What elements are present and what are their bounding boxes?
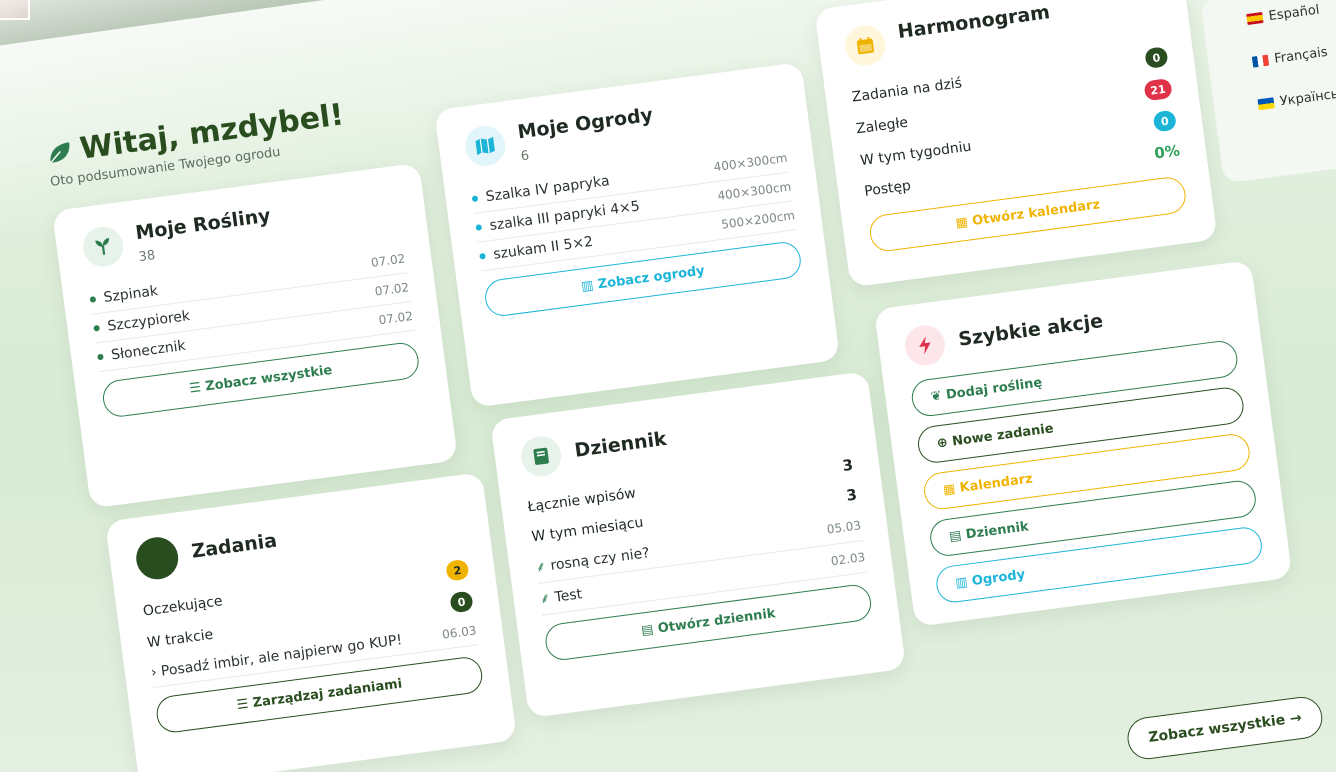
- stat-label: Postęp: [863, 177, 912, 200]
- calendar-icon: [842, 23, 888, 68]
- book-icon: ▤: [640, 621, 659, 639]
- item-name: Test: [553, 586, 584, 606]
- book-icon: [518, 433, 564, 479]
- button-label: Dodaj roślinę: [945, 375, 1044, 403]
- item-name: Szpinak: [102, 282, 159, 306]
- journal-card: Dziennik Łącznie wpisów 3 W tym miesiącu 3…: [490, 371, 907, 719]
- item-name: Słonecznik: [110, 337, 187, 364]
- quick-actions-card: Szybkie akcje ❦ Dodaj roślinę ⊕ Nowe zad…: [873, 260, 1293, 627]
- button-label: Zobacz wszystkie: [204, 362, 334, 395]
- count-badge: 0: [1152, 109, 1177, 133]
- gardens-card: Moje Ogrody 6 Szalka IV papryka 400×300cm…: [434, 62, 841, 408]
- count-badge: 0: [449, 590, 474, 614]
- item-size: 400×300cm: [712, 150, 789, 175]
- item-name: Szczypiorek: [106, 308, 191, 335]
- item-size: 500×200cm: [720, 208, 796, 232]
- map-icon: ▥: [580, 277, 599, 295]
- plants-card: Moje Rośliny 38 Szpinak 07.02 Szczypiorek…: [51, 162, 458, 509]
- count-badge: 2: [445, 558, 470, 582]
- button-label: Otwórz dziennik: [656, 606, 777, 637]
- stat-label: Oczekujące: [142, 593, 224, 620]
- stat-label: W trakcie: [146, 626, 215, 652]
- item-date: 07.02: [377, 308, 414, 328]
- bullet-icon: [479, 252, 486, 260]
- calendar-icon: ▦: [954, 214, 974, 232]
- map-icon: [462, 123, 508, 169]
- item-name: rosną czy nie?: [549, 545, 651, 574]
- item-name: szukam II 5×2: [492, 233, 594, 263]
- bullet-icon: [97, 353, 104, 361]
- lightning-icon: [902, 322, 948, 368]
- item-size: 400×300cm: [716, 179, 793, 204]
- journal-title: Dziennik: [573, 427, 668, 462]
- item-date: 05.03: [825, 517, 862, 537]
- button-label: Dziennik: [964, 519, 1030, 543]
- list-check-icon: ☰: [235, 696, 254, 714]
- bullet-icon: [93, 324, 101, 332]
- progress-value: 0%: [1153, 141, 1181, 163]
- count-badge: 21: [1143, 77, 1173, 102]
- button-label: Zarządzaj zadaniami: [251, 676, 404, 712]
- tasks-avatar-icon: [133, 534, 181, 582]
- leaf-icon: [50, 141, 70, 163]
- see-all-button[interactable]: Zobacz wszystkie →: [1125, 694, 1326, 762]
- greeting: Witaj, mzdybel! Oto podsumowanie Twojego…: [44, 97, 348, 190]
- quick-actions-list: ❦ Dodaj roślinę ⊕ Nowe zadanie ▦ Kalenda…: [909, 338, 1265, 605]
- schedule-card: Harmonogram Zadania na dziś 0 Zaległe 21 W…: [814, 0, 1218, 288]
- bullet-icon: [475, 224, 483, 231]
- seedling-icon: [80, 224, 126, 270]
- button-label: Kalendarz: [958, 471, 1034, 496]
- count-badge: 0: [1144, 46, 1169, 69]
- item-date: 07.02: [373, 280, 410, 299]
- stat-value: 3: [841, 455, 855, 475]
- tasks-title: Zadania: [190, 529, 279, 563]
- quick-actions-title: Szybkie akcje: [957, 309, 1105, 351]
- tasks-card: Zadania Oczekujące 2 W trakcie 0 › Posadź …: [105, 472, 517, 772]
- book-icon: ▤: [948, 527, 967, 545]
- bullet-icon: [89, 296, 97, 303]
- item-date: 07.02: [370, 251, 407, 270]
- map-icon: ▥: [954, 574, 974, 592]
- button-label: Ogrody: [971, 567, 1027, 590]
- bullet-icon: [471, 195, 479, 203]
- button-label: Otwórz kalendarz: [971, 197, 1101, 229]
- item-date: 02.03: [830, 549, 866, 568]
- app-thumbnail[interactable]: [0, 0, 30, 20]
- button-label: Nowe zadanie: [951, 421, 1055, 450]
- schedule-title: Harmonogram: [896, 1, 1052, 44]
- stat-label: Zaległe: [855, 114, 909, 138]
- calendar-icon: ▦: [942, 481, 961, 499]
- button-label: Zobacz ogrody: [596, 263, 706, 293]
- dashboard: Witaj, mzdybel! Oto podsumowanie Twojego…: [10, 0, 1336, 772]
- item-date: 06.03: [441, 623, 478, 642]
- stat-value: 3: [845, 485, 859, 505]
